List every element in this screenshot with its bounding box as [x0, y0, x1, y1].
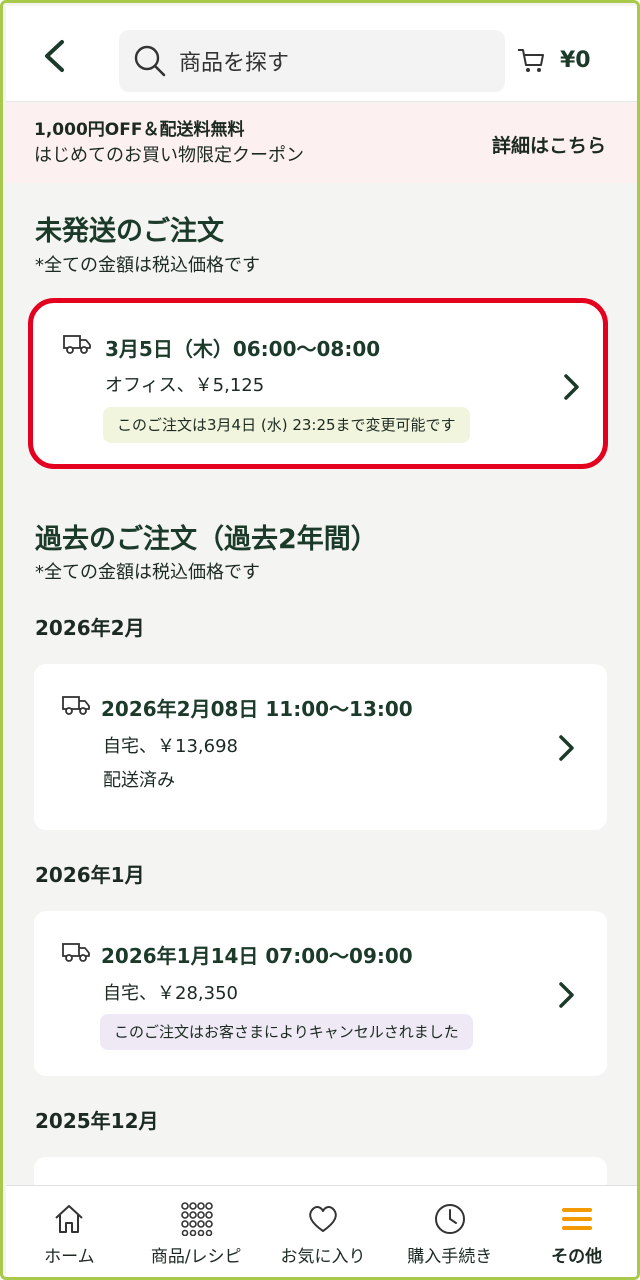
home-icon: [55, 1205, 84, 1233]
month-heading: 2025年12月: [35, 1109, 159, 1133]
order-delivery-date: 2026年2月08日 11:00〜13:00: [101, 697, 413, 721]
order-cancelled-badge: このご注文はお客さまによりキャンセルされました: [100, 1014, 473, 1050]
back-button[interactable]: [34, 36, 74, 76]
clock-icon: [434, 1204, 465, 1234]
nav-label: ホーム: [44, 1247, 95, 1267]
nav-label: お気に入り: [280, 1247, 366, 1267]
nav-checkout[interactable]: 購入手続き: [386, 1186, 513, 1277]
pending-order-card[interactable]: 3月5日（木）06:00〜08:00 オフィス、￥5,125 このご注文は3月4…: [28, 298, 608, 469]
month-heading: 2026年1月: [35, 863, 145, 887]
pending-tax-note: *全ての金額は税込価格です: [35, 255, 260, 276]
chevron-right-icon: [559, 982, 574, 1008]
order-location-price: 自宅、￥13,698: [103, 736, 238, 757]
app-frame: 商品を探す ¥0 1,000円OFF＆配送料無料 はじめてのお買い物限定クーポン…: [0, 0, 640, 1280]
pending-orders-title: 未発送のご注文: [35, 216, 224, 247]
nav-label: 商品/レシピ: [150, 1247, 242, 1267]
order-location-price: 自宅、￥28,350: [103, 983, 238, 1004]
search-icon: [134, 45, 166, 77]
order-location-price: オフィス、￥5,125: [105, 375, 265, 396]
coupon-banner[interactable]: 1,000円OFF＆配送料無料 はじめてのお買い物限定クーポン 詳細はこちら: [6, 103, 637, 183]
nav-label: その他: [551, 1247, 603, 1267]
cart-icon: [518, 49, 544, 72]
nav-products-recipes[interactable]: 商品/レシピ: [133, 1186, 260, 1277]
past-order-card[interactable]: 2026年1月14日 07:00〜09:00 自宅、￥28,350 このご注文は…: [34, 911, 607, 1076]
nav-other[interactable]: その他: [513, 1186, 637, 1277]
bottom-navigation: ホーム 商品/レシピ お気に入り 購入手続き その他: [6, 1185, 637, 1277]
cart-button[interactable]: ¥0: [516, 40, 591, 80]
past-order-card[interactable]: 2026年2月08日 11:00〜13:00 自宅、￥13,698 配送済み: [34, 664, 607, 830]
menu-icon: [561, 1208, 592, 1230]
heart-icon: [309, 1206, 337, 1232]
truck-icon: [63, 335, 91, 354]
nav-favorites[interactable]: お気に入り: [260, 1186, 387, 1277]
past-tax-note: *全ての金額は税込価格です: [35, 562, 260, 583]
nav-label: 購入手続き: [407, 1247, 493, 1267]
search-input[interactable]: 商品を探す: [119, 30, 505, 92]
chevron-left-icon: [45, 40, 64, 72]
truck-icon: [62, 943, 90, 962]
order-change-deadline-badge: このご注文は3月4日 (水) 23:25まで変更可能です: [103, 407, 470, 443]
nav-home[interactable]: ホーム: [6, 1186, 133, 1277]
cart-amount: ¥0: [560, 47, 591, 73]
chevron-right-icon: [564, 374, 579, 400]
order-status: 配送済み: [103, 770, 175, 791]
order-delivery-date: 2026年1月14日 07:00〜09:00: [101, 944, 413, 968]
month-heading: 2026年2月: [35, 616, 145, 640]
order-delivery-date: 3月5日（木）06:00〜08:00: [105, 337, 381, 361]
coupon-details-link[interactable]: 詳細はこちら: [492, 131, 606, 158]
header: 商品を探す ¥0: [6, 6, 637, 102]
past-orders-title: 過去のご注文（過去2年間）: [35, 524, 378, 555]
search-placeholder: 商品を探す: [179, 51, 290, 76]
grid-icon: [181, 1202, 213, 1236]
chevron-right-icon: [559, 735, 574, 761]
truck-icon: [62, 696, 90, 715]
